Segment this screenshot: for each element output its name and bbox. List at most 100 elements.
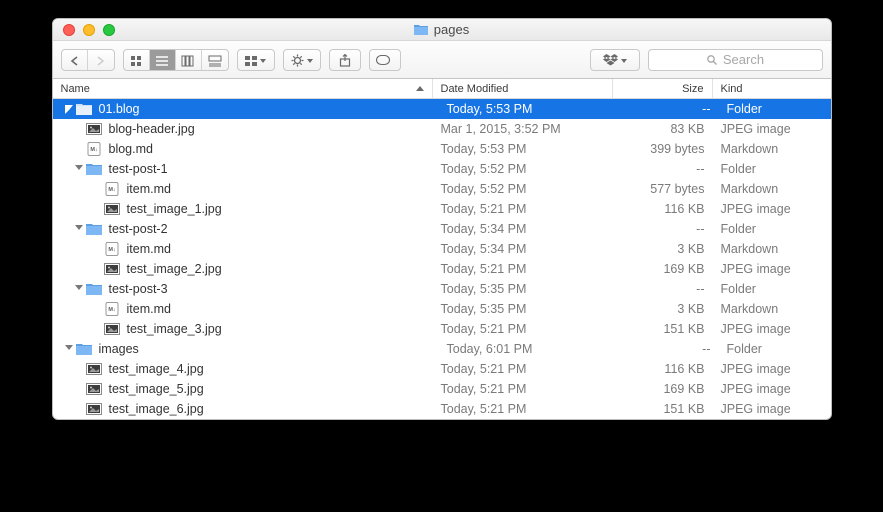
jpeg-icon (86, 401, 102, 417)
disclosure-spacer (75, 365, 83, 373)
disclosure-triangle-icon[interactable] (75, 285, 83, 294)
close-icon[interactable] (63, 24, 75, 36)
file-name: blog.md (109, 142, 153, 156)
file-row[interactable]: test-post-1Today, 5:52 PM--Folder (53, 159, 831, 179)
file-size: 151 KB (613, 322, 713, 336)
file-kind: Markdown (713, 142, 831, 156)
file-row[interactable]: test_image_3.jpgToday, 5:21 PM151 KBJPEG… (53, 319, 831, 339)
file-row[interactable]: test-post-2Today, 5:34 PM--Folder (53, 219, 831, 239)
file-row[interactable]: test_image_1.jpgToday, 5:21 PM116 KBJPEG… (53, 199, 831, 219)
file-row[interactable]: M↓ item.md Today, 5:35 PM3 KBMarkdown (53, 299, 831, 319)
file-row[interactable]: M↓item.mdToday, 5:34 PM3 KBMarkdown (53, 239, 831, 259)
svg-text:M↓: M↓ (108, 247, 116, 253)
file-date: Today, 5:21 PM (433, 382, 613, 396)
file-date: Mar 1, 2015, 3:52 PM (433, 122, 613, 136)
disclosure-spacer (93, 205, 101, 213)
file-size: 3 KB (613, 302, 713, 316)
file-row[interactable]: M↓item.mdToday, 5:52 PM577 bytesMarkdown (53, 179, 831, 199)
jpeg-icon (104, 321, 120, 337)
file-row[interactable]: test_image_4.jpgToday, 5:21 PM116 KBJPEG… (53, 359, 831, 379)
svg-text:M↓: M↓ (90, 147, 98, 153)
file-name: images (99, 342, 139, 356)
file-name: test_image_6.jpg (109, 402, 204, 416)
titlebar: pages (53, 19, 831, 41)
file-name: test_image_2.jpg (127, 262, 222, 276)
file-kind: Markdown (713, 302, 831, 316)
file-size: 169 KB (613, 382, 713, 396)
column-view-button[interactable] (176, 50, 202, 71)
file-kind: Folder (713, 282, 831, 296)
forward-button[interactable] (88, 50, 114, 71)
finder-window: pages (52, 18, 832, 420)
disclosure-triangle-icon[interactable] (75, 225, 83, 234)
file-row[interactable]: 01.blogToday, 5:53 PM--Folder (53, 99, 831, 119)
file-kind: JPEG image (713, 402, 831, 416)
file-name: test-post-1 (109, 162, 168, 176)
file-row[interactable]: test-post-3Today, 5:35 PM--Folder (53, 279, 831, 299)
file-name: item.md (127, 242, 171, 256)
file-list[interactable]: 01.blogToday, 5:53 PM--Folderblog-header… (53, 99, 831, 419)
search-icon (706, 54, 718, 66)
disclosure-triangle-icon[interactable] (65, 105, 73, 114)
file-size: -- (613, 282, 713, 296)
file-size: -- (619, 102, 719, 116)
file-date: Today, 5:53 PM (433, 142, 613, 156)
file-size: 577 bytes (613, 182, 713, 196)
file-row[interactable]: test_image_2.jpgToday, 5:21 PM169 KBJPEG… (53, 259, 831, 279)
jpeg-icon (104, 201, 120, 217)
file-row[interactable]: test_image_6.jpg Today, 5:21 PM151 KBJPEG… (53, 399, 831, 419)
file-row[interactable]: blog-header.jpgMar 1, 2015, 3:52 PM83 KB… (53, 119, 831, 139)
folder-icon (86, 161, 102, 177)
file-date: Today, 5:21 PM (433, 262, 613, 276)
file-size: 151 KB (613, 402, 713, 416)
file-name: test_image_4.jpg (109, 362, 204, 376)
sort-ascending-icon (416, 86, 424, 91)
disclosure-triangle-icon[interactable] (75, 165, 83, 174)
header-name[interactable]: Name (53, 79, 433, 98)
file-name: test_image_3.jpg (127, 322, 222, 336)
share-button[interactable] (329, 49, 361, 71)
svg-text:M↓: M↓ (108, 307, 116, 313)
svg-text:M↓: M↓ (108, 187, 116, 193)
file-row[interactable]: imagesToday, 6:01 PM--Folder (53, 339, 831, 359)
search-field[interactable]: Search (648, 49, 823, 71)
file-date: Today, 5:53 PM (439, 102, 619, 116)
file-date: Today, 5:35 PM (433, 302, 613, 316)
jpeg-icon (86, 361, 102, 377)
dropbox-button[interactable] (590, 49, 640, 71)
file-date: Today, 5:21 PM (433, 402, 613, 416)
coverflow-view-button[interactable] (202, 50, 228, 71)
arrange-menu-button[interactable] (237, 49, 275, 71)
minimize-icon[interactable] (83, 24, 95, 36)
file-name: test_image_1.jpg (127, 202, 222, 216)
list-view-button[interactable] (150, 50, 176, 71)
disclosure-spacer (75, 405, 83, 413)
nav-buttons (61, 49, 115, 71)
view-buttons (123, 49, 229, 71)
file-name: test-post-2 (109, 222, 168, 236)
folder-icon (86, 281, 102, 297)
md-icon: M↓ (104, 241, 120, 257)
tags-button[interactable] (369, 49, 401, 71)
action-menu-button[interactable] (283, 49, 321, 71)
file-date: Today, 5:21 PM (433, 362, 613, 376)
file-name: item.md (127, 302, 171, 316)
md-icon: M↓ (104, 301, 120, 317)
back-button[interactable] (62, 50, 88, 71)
file-date: Today, 5:21 PM (433, 322, 613, 336)
toolbar: Search (53, 41, 831, 79)
header-date[interactable]: Date Modified (433, 79, 613, 98)
folder-icon (86, 221, 102, 237)
file-size: 399 bytes (613, 142, 713, 156)
md-icon: M↓ (104, 181, 120, 197)
icon-view-button[interactable] (124, 50, 150, 71)
file-row[interactable]: test_image_5.jpgToday, 5:21 PM169 KBJPEG… (53, 379, 831, 399)
file-kind: Markdown (713, 242, 831, 256)
file-row[interactable]: M↓ blog.md Today, 5:53 PM399 bytesMarkdown (53, 139, 831, 159)
file-size: -- (613, 162, 713, 176)
disclosure-triangle-icon[interactable] (65, 345, 73, 354)
zoom-icon[interactable] (103, 24, 115, 36)
header-size[interactable]: Size (613, 79, 713, 98)
header-kind[interactable]: Kind (713, 79, 831, 98)
file-date: Today, 5:21 PM (433, 202, 613, 216)
